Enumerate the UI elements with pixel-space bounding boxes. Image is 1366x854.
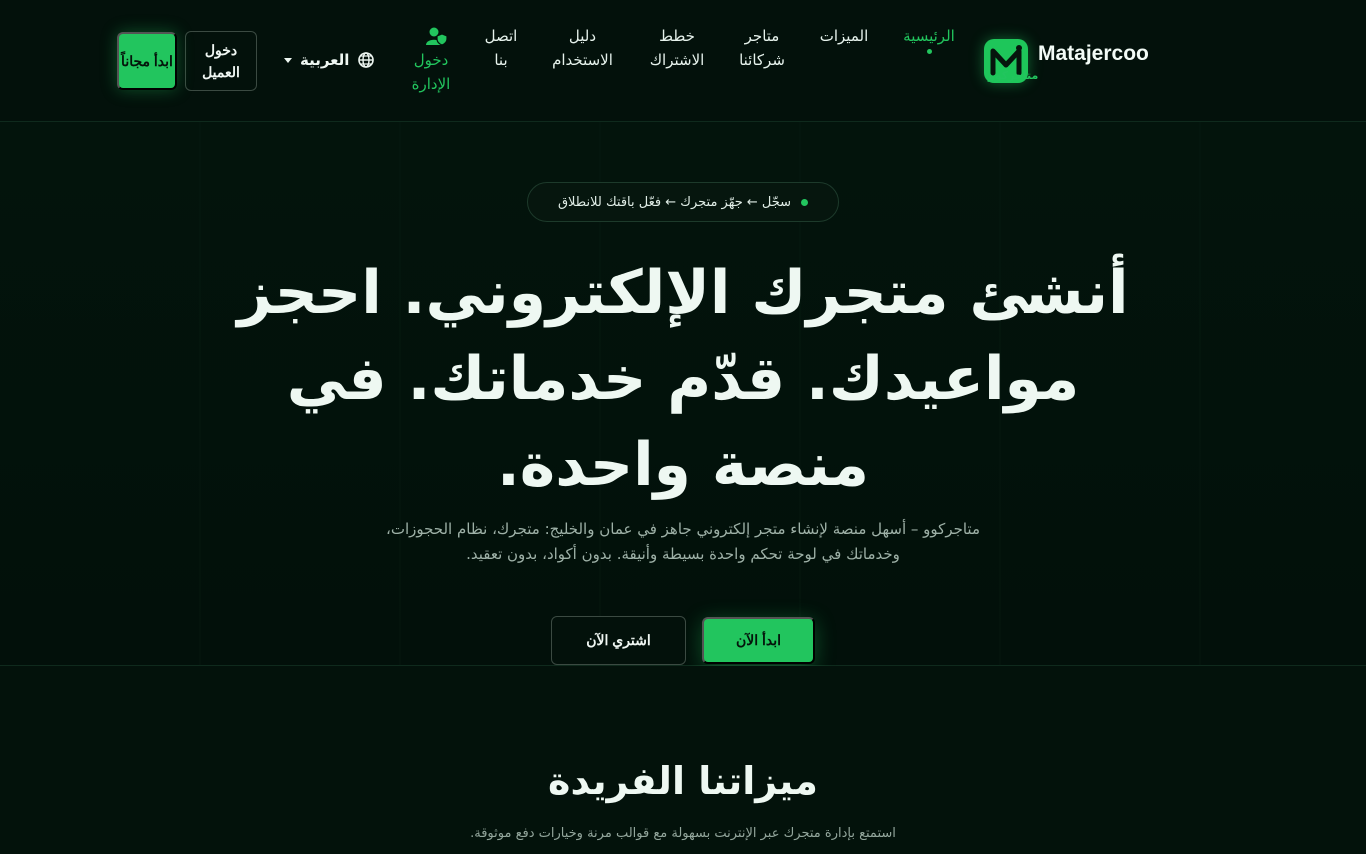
- start-now-button[interactable]: ابدأ الآن: [702, 617, 815, 664]
- nav-home-label: الرئيسية: [903, 27, 955, 45]
- nav-plans[interactable]: خطط الاشتراك: [642, 24, 712, 72]
- user-shield-icon: [404, 24, 458, 48]
- nav-home[interactable]: الرئيسية: [899, 24, 959, 54]
- nav-user-guide[interactable]: دليل الاستخدام: [540, 24, 625, 72]
- client-login-button[interactable]: دخول العميل: [185, 31, 257, 91]
- chevron-down-icon: [284, 57, 292, 63]
- brand[interactable]: متاجركوو Matajercoo: [984, 34, 1154, 84]
- nav-features-label: الميزات: [819, 27, 869, 45]
- buy-now-label: اشتري الآن: [586, 632, 651, 648]
- status-dot-icon: [801, 198, 809, 206]
- buy-now-button[interactable]: اشتري الآن: [551, 616, 686, 665]
- start-free-label: ابدأ مجاناً: [121, 53, 173, 69]
- nav-admin-login[interactable]: دخول الإدارة: [404, 24, 458, 96]
- active-dot-indicator: [926, 49, 932, 54]
- hero-section: سجّل ← جهّز متجرك ← فعّل باقتك للانطلاق …: [0, 122, 1366, 666]
- features-section: ميزاتنا الفريدة استمتع بإدارة متجرك عبر …: [0, 666, 1366, 854]
- language-label: العربية: [300, 51, 350, 69]
- nav-admin-login-label: دخول الإدارة: [411, 51, 451, 93]
- site-header: متاجركوو Matajercoo الرئيسية الميزات متا…: [0, 0, 1366, 122]
- features-title: ميزاتنا الفريدة: [548, 759, 818, 803]
- nav-user-guide-label: دليل الاستخدام: [552, 27, 613, 69]
- onboarding-steps-pill: سجّل ← جهّز متجرك ← فعّل باقتك للانطلاق: [527, 182, 839, 222]
- brand-name: Matajercoo: [1038, 42, 1149, 65]
- globe-icon: [358, 52, 375, 68]
- start-now-label: ابدأ الآن: [735, 632, 782, 648]
- nav-features[interactable]: الميزات: [814, 24, 874, 48]
- start-free-button[interactable]: ابدأ مجاناً: [117, 32, 177, 90]
- nav-partner-stores-label: متاجر شركائنا: [739, 27, 785, 69]
- features-subtitle: استمتع بإدارة متجرك عبر الإنترنت بسهولة …: [470, 826, 896, 841]
- nav-contact-label: اتصل بنا: [484, 27, 518, 69]
- language-selector[interactable]: العربية: [284, 48, 375, 72]
- brand-subtitle: متاجركوو: [988, 69, 1039, 82]
- nav-plans-label: خطط الاشتراك: [649, 27, 705, 69]
- nav-contact[interactable]: اتصل بنا: [478, 24, 524, 72]
- hero-description: متاجركوو – أسهل منصة لإنشاء متجر إلكترون…: [385, 520, 980, 563]
- hero-title: أنشئ متجرك الإلكتروني. احجز مواعيدك. قدّ…: [237, 258, 1129, 500]
- onboarding-steps-text: سجّل ← جهّز متجرك ← فعّل باقتك للانطلاق: [557, 194, 792, 210]
- nav-partner-stores[interactable]: متاجر شركائنا: [732, 24, 792, 72]
- client-login-label: دخول العميل: [202, 42, 240, 80]
